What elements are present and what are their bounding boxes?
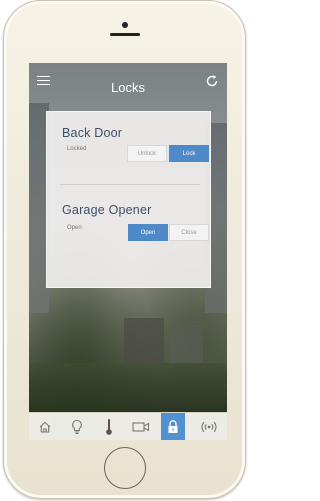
earpiece-speaker (110, 33, 140, 36)
lock-name: Back Door (62, 126, 123, 140)
phone-frame: Locks Back Door Locked Unlock Lock Garag… (3, 0, 246, 499)
camera-icon (132, 422, 150, 432)
lightbulb-icon (72, 419, 82, 434)
top-bar: Locks (29, 63, 227, 103)
tab-bar (29, 412, 227, 440)
unlock-button[interactable]: Unlock (127, 145, 167, 162)
home-button[interactable] (104, 447, 146, 489)
close-button[interactable]: Close (169, 224, 209, 241)
tab-home[interactable] (33, 416, 57, 438)
open-button[interactable]: Open (128, 224, 168, 241)
home-icon (39, 421, 51, 433)
lock-status: Open (67, 225, 82, 231)
locks-panel: Back Door Locked Unlock Lock Garage Open… (46, 111, 211, 288)
background-photo (29, 363, 227, 413)
tab-cameras[interactable] (129, 416, 153, 438)
lock-icon (168, 420, 178, 433)
app-screen: Locks Back Door Locked Unlock Lock Garag… (29, 63, 227, 440)
background-photo (124, 318, 164, 363)
refresh-icon[interactable] (205, 74, 219, 88)
lock-status: Locked (67, 146, 87, 152)
lock-button[interactable]: Lock (169, 145, 209, 162)
wireless-icon (201, 421, 217, 433)
divider (60, 184, 200, 185)
page-title: Locks (111, 80, 145, 95)
background-photo (169, 325, 203, 363)
tab-wireless[interactable] (197, 416, 221, 438)
lock-name: Garage Opener (62, 203, 152, 217)
tab-lights[interactable] (65, 416, 89, 438)
tab-locks[interactable] (161, 413, 185, 440)
camera-lens (122, 22, 128, 28)
tab-climate[interactable] (97, 416, 121, 438)
thermometer-icon (106, 419, 112, 435)
